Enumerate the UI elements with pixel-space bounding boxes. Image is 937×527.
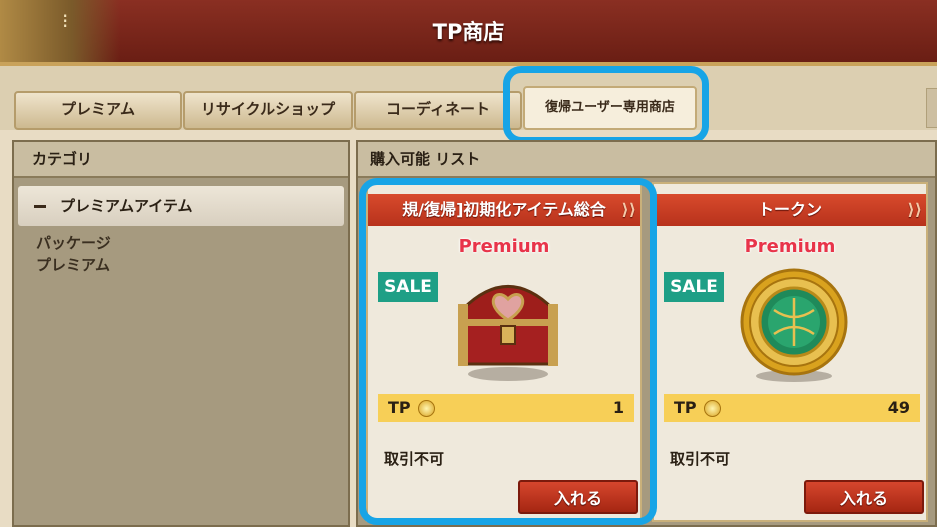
category-premium[interactable]: プレミアム (36, 254, 110, 275)
banner-decoration-icon: ⟩⟩ (907, 200, 922, 219)
category-header: カテゴリ (14, 142, 348, 178)
currency-label: TP (674, 398, 697, 417)
item-name: トークン (757, 200, 822, 219)
title-bar: ⁝ TP商店 (0, 0, 937, 66)
page-title: TP商店 (432, 20, 505, 44)
collapse-icon (34, 205, 46, 208)
token-coin-icon (740, 268, 848, 382)
tab-bar: プレミアム リサイクルショップ コーディネート 復帰ユーザー専用商店 (0, 66, 937, 130)
sale-badge: SALE (664, 272, 724, 302)
price-bar: TP 49 (664, 394, 920, 422)
tab-premium[interactable]: プレミアム (14, 91, 182, 130)
item-price: 49 (887, 398, 910, 417)
shop-item-card[interactable]: トークン ⟩⟩ Premium SALE TP 49 取引不可 入れる (652, 182, 928, 522)
premium-badge: Premium (744, 236, 836, 257)
tab-overflow[interactable] (926, 88, 937, 128)
category-selected-label: プレミアムアイテム (60, 197, 193, 215)
tab-highlight (503, 66, 709, 144)
list-header: 購入可能 リスト (358, 142, 935, 178)
tp-coin-icon (704, 400, 721, 417)
category-panel: カテゴリ プレミアムアイテム パッケージ プレミアム (12, 140, 350, 527)
card-highlight (359, 178, 657, 525)
tab-coordinate[interactable]: コーディネート (354, 91, 522, 130)
tab-recycle-shop[interactable]: リサイクルショップ (183, 91, 353, 130)
category-premium-items[interactable]: プレミアムアイテム (18, 186, 344, 226)
category-package[interactable]: パッケージ (36, 232, 111, 253)
item-name-banner: トークン ⟩⟩ (654, 194, 926, 226)
trade-status: 取引不可 (670, 450, 731, 468)
add-to-cart-button[interactable]: 入れる (804, 480, 924, 514)
